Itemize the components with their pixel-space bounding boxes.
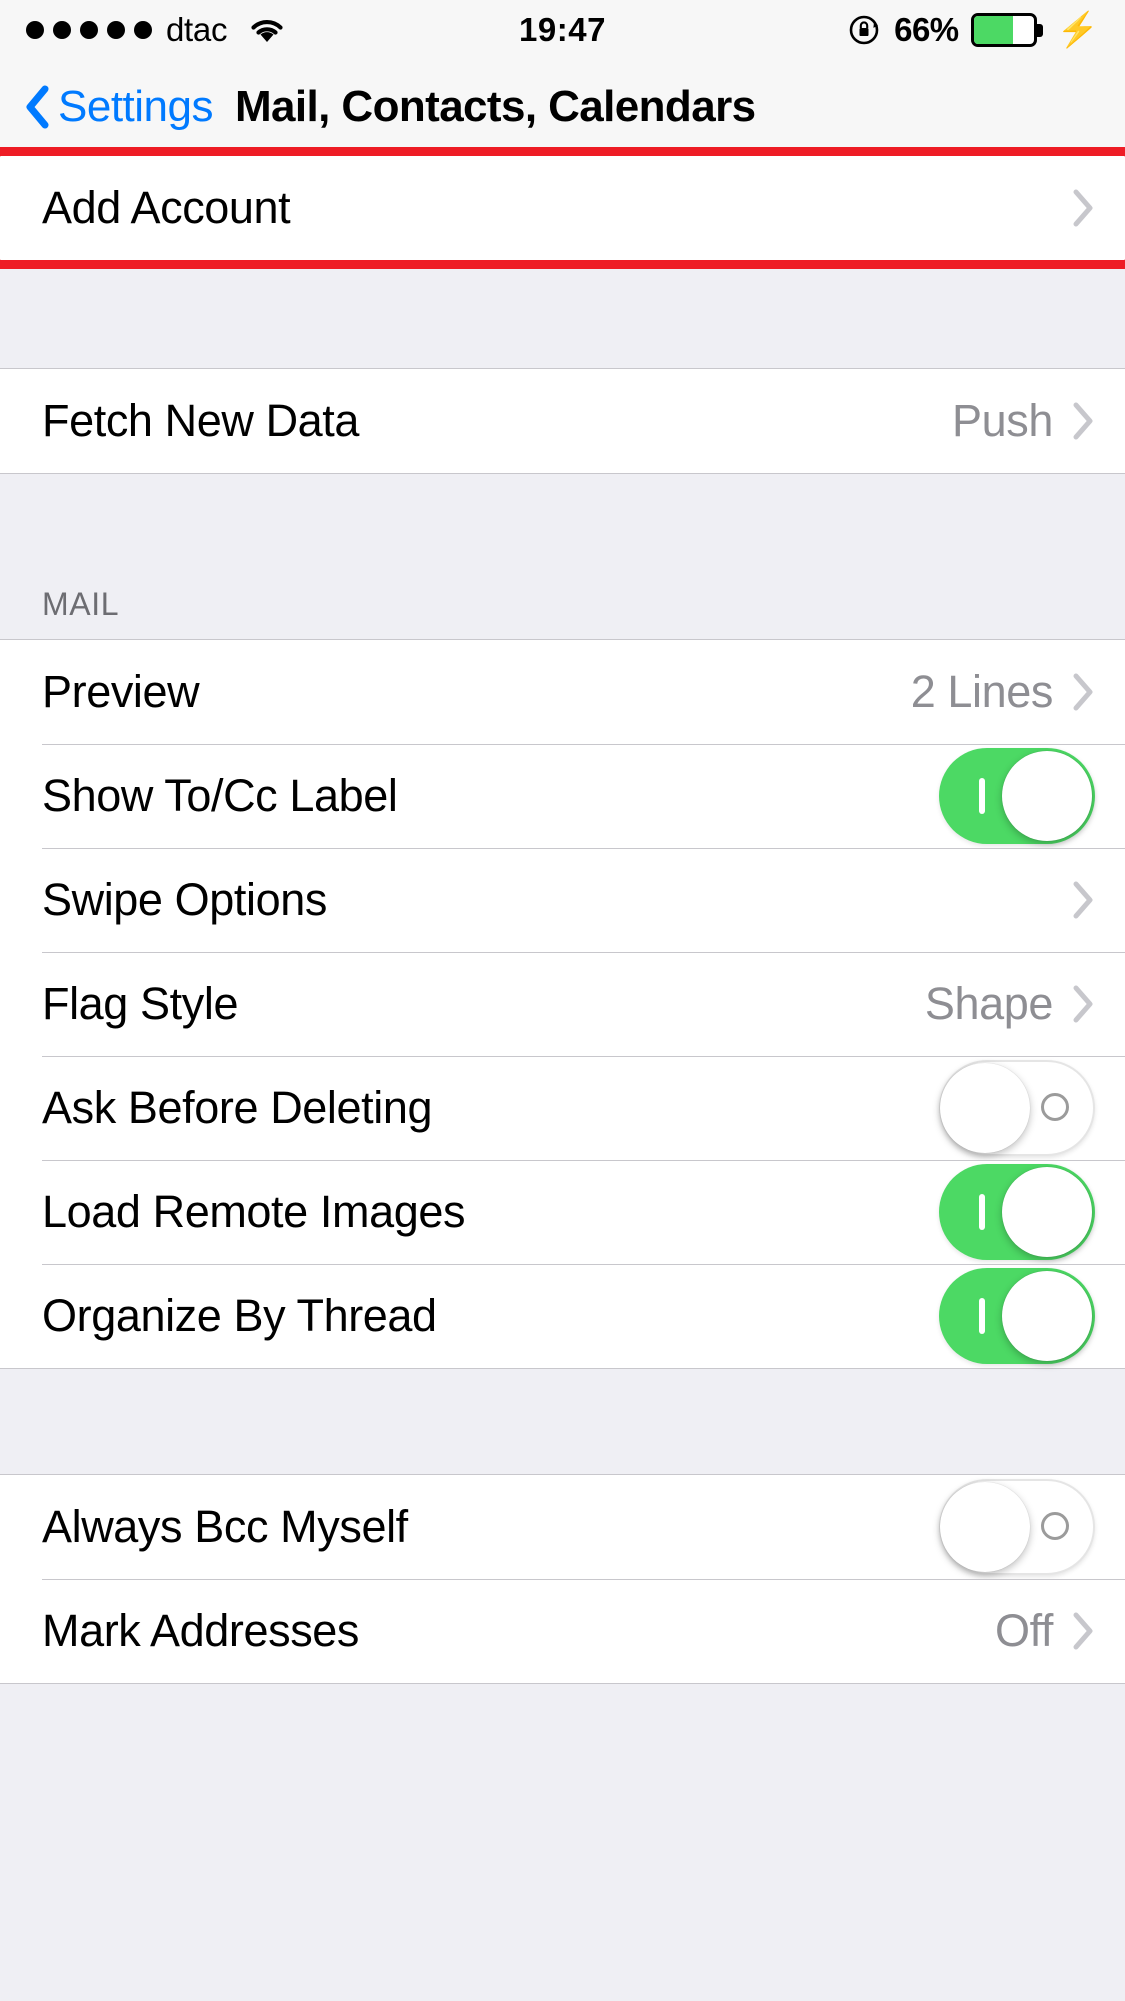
settings-row-show-to-cc-label[interactable]: Show To/Cc Label	[0, 744, 1125, 848]
chevron-right-icon	[1071, 672, 1095, 712]
settings-group: Preview 2 Lines Show To/Cc Label Swipe Opti…	[0, 639, 1125, 1369]
row-accessory	[939, 1268, 1095, 1364]
settings-list: Add Account Fetch New Data Push MAIL Preview…	[0, 155, 1125, 1684]
iphone-settings-screen: dtac 19:47 66% ⚡ Settings Mail, Contacts…	[0, 0, 1125, 2001]
settings-group: Add Account	[0, 155, 1125, 261]
chevron-left-icon	[24, 85, 50, 129]
row-value: Shape	[924, 978, 1054, 1029]
settings-row-flag-style[interactable]: Flag Style Shape	[0, 952, 1125, 1056]
rotation-lock-icon	[848, 13, 882, 47]
page-title: Mail, Contacts, Calendars	[234, 82, 756, 131]
settings-group: Always Bcc Myself Mark Addresses Off	[0, 1474, 1125, 1684]
toggle-switch[interactable]	[939, 1479, 1095, 1575]
row-accessory	[939, 1164, 1095, 1260]
chevron-right-icon	[1071, 1611, 1095, 1651]
row-label: Always Bcc Myself	[42, 1501, 408, 1552]
toggle-switch[interactable]	[939, 1268, 1095, 1364]
row-label: Add Account	[42, 182, 291, 233]
settings-row-load-remote-images[interactable]: Load Remote Images	[0, 1160, 1125, 1264]
chevron-right-icon	[1071, 188, 1095, 228]
row-accessory	[1071, 188, 1095, 228]
row-label: Fetch New Data	[42, 395, 360, 446]
section-header-label: MAIL	[42, 586, 120, 622]
settings-row-swipe-options[interactable]: Swipe Options	[0, 848, 1125, 952]
row-label: Organize By Thread	[42, 1290, 437, 1341]
row-accessory: Push	[952, 395, 1095, 447]
battery-icon	[970, 13, 1043, 47]
row-label: Show To/Cc Label	[42, 770, 398, 821]
settings-group: Fetch New Data Push	[0, 368, 1125, 474]
settings-row-mark-addresses[interactable]: Mark Addresses Off	[0, 1579, 1125, 1683]
wifi-icon	[247, 15, 287, 45]
row-accessory	[939, 748, 1095, 844]
settings-row-fetch-new-data[interactable]: Fetch New Data Push	[0, 369, 1125, 473]
status-bar-right: 66% ⚡	[848, 11, 1099, 49]
signal-strength-dots	[26, 21, 152, 39]
row-label: Mark Addresses	[42, 1605, 360, 1656]
toggle-switch[interactable]	[939, 748, 1095, 844]
back-button-label: Settings	[58, 82, 213, 131]
row-accessory: 2 Lines	[911, 666, 1095, 718]
chevron-right-icon	[1071, 401, 1095, 441]
row-label: Swipe Options	[42, 874, 327, 925]
row-value: Off	[995, 1605, 1053, 1656]
settings-row-organize-by-thread[interactable]: Organize By Thread	[0, 1264, 1125, 1368]
row-label: Preview	[42, 666, 200, 717]
status-bar: dtac 19:47 66% ⚡	[0, 0, 1125, 60]
status-bar-left: dtac	[26, 11, 287, 49]
row-label: Flag Style	[42, 978, 239, 1029]
carrier-name: dtac	[166, 11, 228, 48]
row-accessory: Off	[995, 1605, 1095, 1657]
row-accessory: Shape	[925, 978, 1095, 1030]
row-accessory	[1071, 880, 1095, 920]
row-value: 2 Lines	[910, 666, 1054, 717]
chevron-right-icon	[1071, 880, 1095, 920]
row-accessory	[939, 1060, 1095, 1156]
section-spacer	[0, 261, 1125, 368]
settings-row-ask-before-deleting[interactable]: Ask Before Deleting	[0, 1056, 1125, 1160]
settings-row-add-account[interactable]: Add Account	[0, 156, 1125, 260]
row-label: Load Remote Images	[42, 1186, 466, 1237]
section-header-mail: MAIL	[0, 474, 1125, 639]
back-button[interactable]: Settings	[24, 82, 213, 132]
section-spacer	[0, 1369, 1125, 1474]
settings-row-preview[interactable]: Preview 2 Lines	[0, 640, 1125, 744]
lightning-bolt-icon: ⚡	[1056, 11, 1099, 49]
toggle-switch[interactable]	[939, 1060, 1095, 1156]
toggle-switch[interactable]	[939, 1164, 1095, 1260]
row-label: Ask Before Deleting	[42, 1082, 433, 1133]
row-accessory	[939, 1479, 1095, 1575]
row-value: Push	[952, 395, 1053, 446]
battery-percentage: 66%	[894, 11, 959, 48]
navigation-bar: Settings Mail, Contacts, Calendars	[0, 60, 1125, 155]
chevron-right-icon	[1071, 984, 1095, 1024]
settings-row-always-bcc-myself[interactable]: Always Bcc Myself	[0, 1475, 1125, 1579]
